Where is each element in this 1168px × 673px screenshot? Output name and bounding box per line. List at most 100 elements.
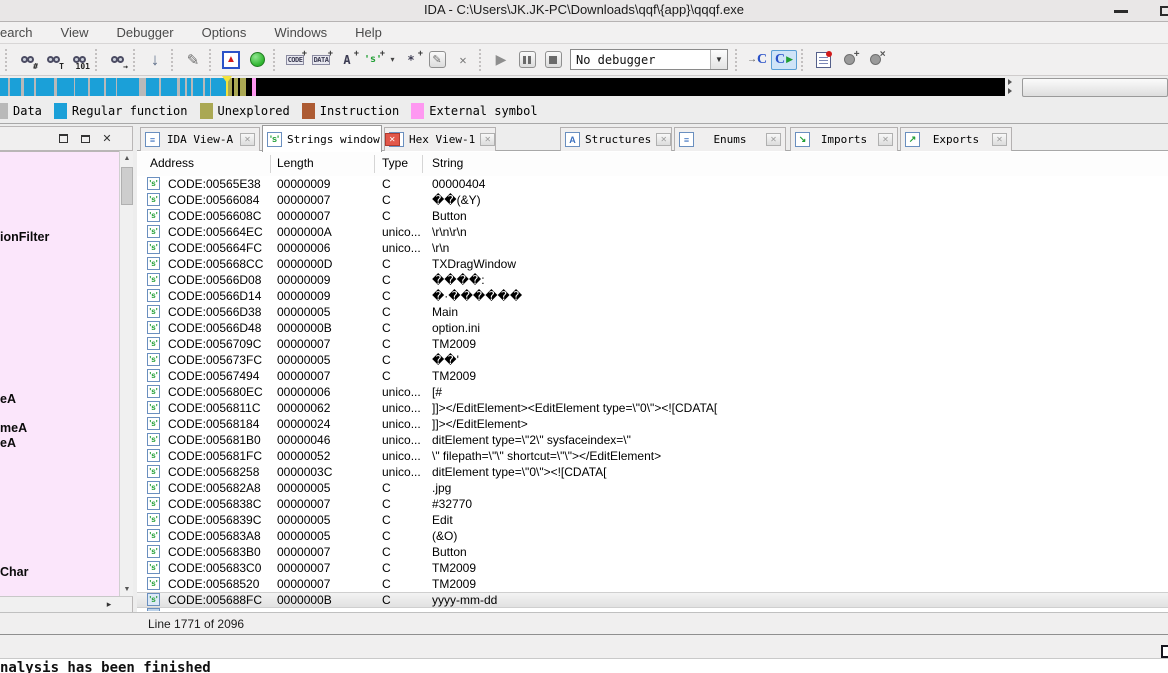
column-separator[interactable] (422, 155, 423, 173)
string-item-icon: 's' (147, 465, 160, 478)
ida-view-panel[interactable]: ionFilter eA meA eA Char (0, 151, 119, 596)
table-row[interactable]: 's' CODE:005681FC 00000052 unico... \" filep… (137, 448, 1168, 464)
table-row[interactable]: 's' CODE:005681B0 00000046 unico... ditEleme… (137, 432, 1168, 448)
tab-close-button[interactable]: ✕ (240, 133, 255, 146)
minimize-button[interactable] (1106, 2, 1136, 20)
tab-close-button[interactable]: ✕ (878, 133, 893, 146)
tab-enums[interactable]: ≡ Enums ✕ (674, 127, 786, 151)
table-row[interactable]: 's' CODE:0056608C 00000007 C Button (137, 208, 1168, 224)
table-row[interactable]: 's' CODE:005680EC 00000006 unico... [# (137, 384, 1168, 400)
tab-exports[interactable]: ↗ Exports ✕ (900, 127, 1012, 151)
cell-string: ditElement type=\"2\" sysfaceindex=\" (432, 433, 631, 447)
pause-process-button[interactable] (515, 48, 539, 72)
tab-ida-view-a[interactable]: ≡ IDA View-A ✕ (140, 127, 260, 151)
menu-item-help[interactable]: Help (355, 23, 382, 42)
undefine-button[interactable]: ✕ (451, 48, 475, 72)
table-row[interactable]: 's' CODE:0056839C 00000005 C Edit (137, 512, 1168, 528)
menu-item-windows[interactable]: Windows (274, 23, 327, 42)
table-row[interactable]: 's' CODE:00566084 00000007 C ��(&Y) (137, 192, 1168, 208)
table-row[interactable]: 's' CODE:00568184 00000024 unico...]]></Edi… (137, 416, 1168, 432)
start-process-button[interactable]: ▶ (489, 48, 513, 72)
navband-scroll-arrows[interactable] (1008, 79, 1012, 94)
table-row[interactable]: 's' CODE:005673FC 00000005 C ��' (137, 352, 1168, 368)
table-row[interactable]: 's' CODE:00566D08 00000009 C ����: (137, 272, 1168, 288)
jump-binary-button[interactable]: 101 (67, 48, 91, 72)
tab-close-button[interactable]: ✕ (992, 133, 1007, 146)
column-separator[interactable] (374, 155, 375, 173)
jump-text-button[interactable]: T (41, 48, 65, 72)
cell-string: yyyy-mm-dd (432, 593, 498, 607)
analysis-indicator-button[interactable] (245, 48, 269, 72)
show-problems-button[interactable]: ▲ (219, 48, 243, 72)
scroll-right-button[interactable]: ▸ (102, 598, 116, 611)
create-string-button[interactable]: 's' + (361, 48, 385, 72)
table-row[interactable]: 's' CODE:00567494 00000007 C TM2009 (137, 368, 1168, 384)
column-header-length[interactable]: Length (277, 156, 314, 170)
menu-item-earch[interactable]: earch (0, 23, 33, 42)
scroll-down-button[interactable]: ▼ (120, 582, 134, 596)
stop-process-button[interactable] (541, 48, 565, 72)
delete-breakpoint-button[interactable]: × (863, 48, 887, 72)
tab-strings-window[interactable]: 's' Strings window ✕ (262, 125, 400, 152)
create-name-button[interactable]: A + (335, 48, 359, 72)
table-row[interactable]: 's' CODE:00566D14 00000009 C �·������ (137, 288, 1168, 304)
column-separator[interactable] (270, 155, 271, 173)
edit-button[interactable]: ✎ (425, 48, 449, 72)
menu-item-options[interactable]: Options (202, 23, 247, 42)
scroll-up-button[interactable]: ▲ (120, 151, 134, 165)
restore-button[interactable] (1150, 2, 1168, 20)
table-row[interactable]: 's' CODE:005683C0 00000007 C TM2009 (137, 560, 1168, 576)
left-panel-hscrollbar[interactable]: ▸ (0, 596, 133, 612)
jump-down-button[interactable]: ↓ (143, 48, 167, 72)
breakpoint-list-button[interactable] (811, 48, 835, 72)
tab-structures[interactable]: A Structures ✕ (560, 127, 672, 151)
signature-button[interactable]: ✎ (181, 48, 205, 72)
table-row[interactable]: 's' CODE:00566D38 00000005 C Main (137, 304, 1168, 320)
column-header-string[interactable]: String (432, 156, 463, 170)
panel-close-button[interactable]: ✕ (100, 132, 114, 146)
add-breakpoint-button[interactable]: + (837, 48, 861, 72)
create-code-button[interactable]: CODE + (283, 48, 307, 72)
table-row[interactable]: 's' CODE:005688FC 0000000B Cyyyy-mm-dd (137, 592, 1168, 608)
panel-maximize-button[interactable] (56, 132, 70, 146)
plus-glyph: + (353, 47, 359, 58)
table-row[interactable]: 's' CODE:005668CC 0000000D C TXDragWindow (137, 256, 1168, 272)
navigation-band[interactable] (0, 78, 1005, 96)
tab-close-button[interactable]: ✕ (766, 133, 781, 146)
table-row[interactable]: 's' CODE:00566D48 0000000B Coption.ini (137, 320, 1168, 336)
column-header-type[interactable]: Type (382, 156, 408, 170)
quick-debug-button[interactable]: C ▶ (771, 48, 798, 72)
panel-float-button[interactable] (78, 131, 95, 146)
toolbar-separator (273, 48, 277, 71)
create-data-button[interactable]: DATA + (309, 48, 333, 72)
table-row[interactable]: 's' CODE:005683A8 00000005 C (&O) (137, 528, 1168, 544)
table-row[interactable]: 's' CODE:00565E38 00000009 C 00000404 (137, 176, 1168, 192)
table-row[interactable]: 's' CODE:00568520 00000007 C TM2009 (137, 576, 1168, 592)
debugger-select[interactable]: No debugger ▼ (570, 49, 728, 70)
search-next-button[interactable]: → (105, 48, 129, 72)
create-struct-button[interactable]: * + (399, 48, 423, 72)
left-panel-vscrollbar[interactable]: ▲ ▼ (119, 151, 133, 596)
attach-to-process-button[interactable]: → C (745, 48, 769, 72)
tab-hex-view-1[interactable]: ○Hex View-1✕ (384, 127, 496, 151)
table-row[interactable]: 's' CODE:0056709C 00000007 C TM2009 (137, 336, 1168, 352)
table-row[interactable]: 's' CODE:00568258 0000003C unico... ditEleme… (137, 464, 1168, 480)
jump-immediate-button[interactable]: # (15, 48, 39, 72)
combo-dropdown-button[interactable]: ▼ (710, 50, 727, 69)
column-header-address[interactable]: Address (150, 156, 194, 170)
table-row[interactable]: 's' CODE:0056838C 00000007 C #32770 (137, 496, 1168, 512)
menu-item-debugger[interactable]: Debugger (116, 23, 173, 42)
table-row[interactable]: 's' CODE:005664FC 00000006 unico... \r\n (137, 240, 1168, 256)
table-row[interactable]: 's' CODE:005664EC 0000000A unico... \r\n\r\n (137, 224, 1168, 240)
tab-close-button[interactable]: ✕ (384, 132, 400, 146)
tab-imports[interactable]: ↘ Imports ✕ (790, 127, 898, 151)
table-row[interactable]: 's' CODE:0056811C 00000062 unico...]]></Edi… (137, 400, 1168, 416)
table-row[interactable]: 's' CODE:005682A8 00000005 C .jpg (137, 480, 1168, 496)
tab-close-button[interactable]: ✕ (656, 133, 672, 146)
tab-close-button[interactable]: ✕ (480, 133, 496, 146)
table-row[interactable]: 's' CODE:005683B0 00000007 C Button (137, 544, 1168, 560)
scrollbar-thumb[interactable] (121, 167, 133, 205)
string-type-dropdown[interactable]: ▾ (387, 48, 397, 72)
cell-address: CODE:005683B0 (168, 545, 261, 559)
menu-item-view[interactable]: View (61, 23, 89, 42)
